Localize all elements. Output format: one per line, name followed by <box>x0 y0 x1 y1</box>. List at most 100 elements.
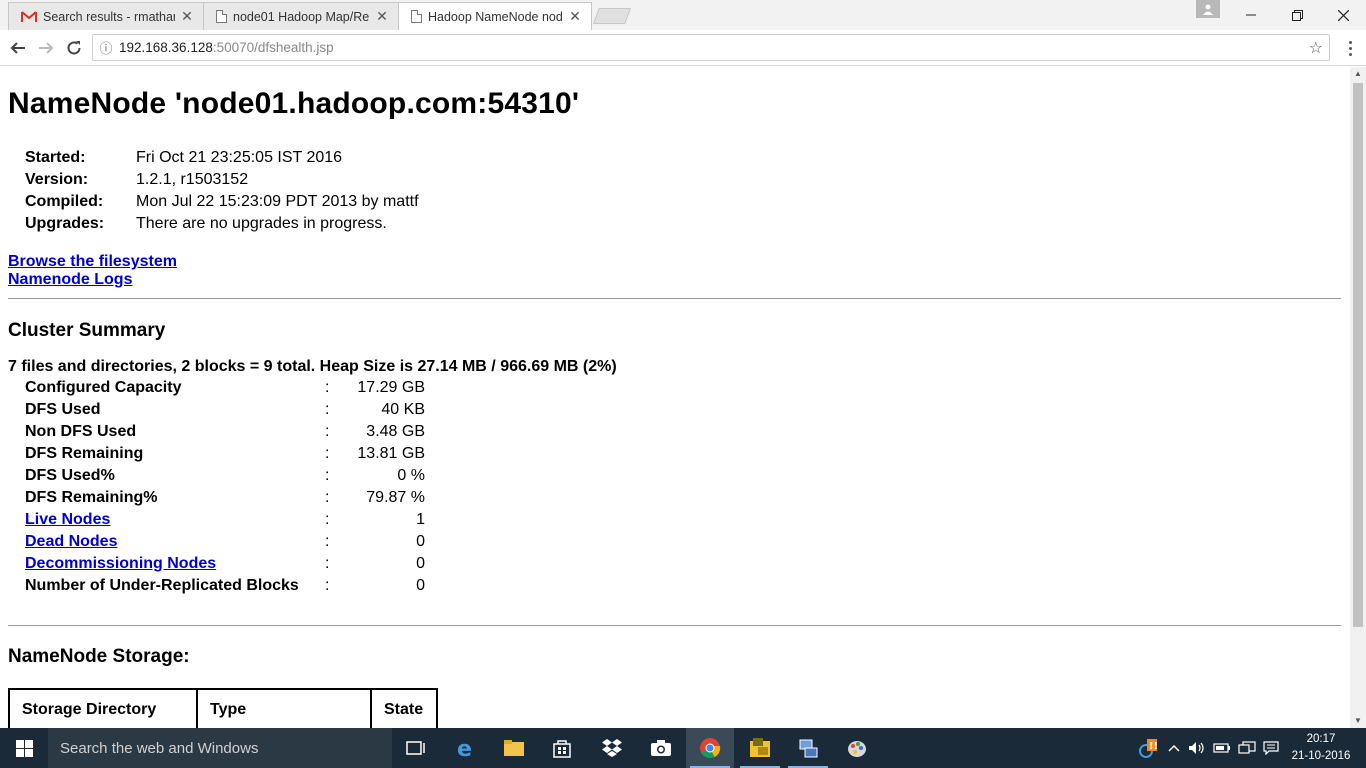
address-bar[interactable]: ⓘ 192.168.36.128:50070/dfshealth.jsp ☆ <box>92 34 1330 61</box>
row-label: DFS Remaining <box>25 445 144 462</box>
close-window-icon[interactable] <box>1320 0 1366 30</box>
row-colon: : <box>325 577 330 594</box>
namenode-logs-link[interactable]: Namenode Logs <box>8 271 177 289</box>
restore-icon[interactable] <box>1274 0 1320 30</box>
row-value: 17.29 GB <box>357 379 425 396</box>
new-tab-button[interactable] <box>593 8 631 24</box>
row-colon: : <box>325 445 330 462</box>
table-row: DFS Remaining : 13.81 GB <box>25 443 425 465</box>
tab-gmail[interactable]: Search results - rmathan ✕ <box>8 2 204 30</box>
paint-icon[interactable] <box>833 728 881 768</box>
row-label: Non DFS Used <box>25 423 137 440</box>
row-value: 40 KB <box>381 401 425 418</box>
vm-app-icon[interactable] <box>736 728 784 768</box>
file-explorer-icon[interactable] <box>490 728 538 768</box>
tab-namenode[interactable]: Hadoop NameNode nod ✕ <box>398 2 592 30</box>
page-icon <box>216 10 227 23</box>
tray-app-icon[interactable]: !! <box>1132 728 1162 768</box>
scrollbar-thumb[interactable] <box>1353 83 1363 627</box>
url-path: :50070/dfshealth.jsp <box>212 40 334 55</box>
row-value: 0 % <box>397 467 425 484</box>
edge-icon[interactable]: e <box>442 728 490 768</box>
row-colon: : <box>325 511 330 528</box>
info-row-compiled: Compiled: Mon Jul 22 15:23:09 PDT 2013 b… <box>25 191 419 213</box>
table-row: DFS Used% : 0 % <box>25 465 425 487</box>
info-value: 1.2.1, r1503152 <box>136 171 249 188</box>
info-key: Compiled: <box>25 193 104 210</box>
tab-title: node01 Hadoop Map/Re <box>233 9 370 24</box>
info-icon[interactable]: ⓘ <box>93 38 119 57</box>
notifications-icon[interactable] <box>1260 728 1282 768</box>
table-row: Non DFS Used : 3.48 GB <box>25 421 425 443</box>
window-controls <box>1228 0 1366 30</box>
row-colon: : <box>325 533 330 550</box>
live-nodes-link[interactable]: Live Nodes <box>25 511 110 528</box>
tab-hadoop-mapreduce[interactable]: node01 Hadoop Map/Re ✕ <box>203 2 399 30</box>
info-row-version: Version: 1.2.1, r1503152 <box>25 169 419 191</box>
table-row: DFS Used : 40 KB <box>25 399 425 421</box>
table-header-row: Storage Directory Type State <box>8 688 438 728</box>
show-hidden-icons-icon[interactable] <box>1164 728 1184 768</box>
clock-date: 21-10-2016 <box>1291 750 1351 762</box>
battery-icon[interactable] <box>1210 728 1234 768</box>
taskbar: Search the web and Windows e !! 20:17 21… <box>0 728 1366 768</box>
cluster-summary-table: Configured Capacity : 17.29 GB DFS Used … <box>25 377 425 597</box>
chrome-icon[interactable] <box>686 728 734 768</box>
url-host: 192.168.36.128 <box>119 40 213 55</box>
row-label: Dead Nodes <box>25 533 325 551</box>
column-header: State <box>370 688 438 728</box>
row-label: Number of Under-Replicated Blocks <box>25 577 299 594</box>
taskbar-clock[interactable]: 20:17 21-10-2016 <box>1290 731 1352 765</box>
row-value: 0 <box>416 577 425 594</box>
network-app-icon[interactable] <box>784 728 832 768</box>
profile-icon[interactable] <box>1196 0 1220 18</box>
reload-icon[interactable] <box>60 34 88 62</box>
table-row: Dead Nodes : 0 <box>25 531 425 553</box>
task-view-icon[interactable] <box>392 728 440 768</box>
store-icon[interactable] <box>538 728 586 768</box>
column-header: Storage Directory <box>8 688 198 728</box>
scroll-down-icon[interactable]: ▼ <box>1350 714 1366 728</box>
close-icon[interactable]: ✕ <box>567 8 583 25</box>
table-row: Live Nodes : 1 <box>25 509 425 531</box>
decommissioning-nodes-link[interactable]: Decommissioning Nodes <box>25 555 216 572</box>
row-colon: : <box>325 423 330 440</box>
bookmark-star-icon[interactable]: ☆ <box>1309 38 1323 58</box>
row-value: 0 <box>416 533 425 550</box>
row-value: 0 <box>416 555 425 572</box>
row-colon: : <box>325 467 330 484</box>
volume-icon[interactable] <box>1186 728 1208 768</box>
info-key: Started: <box>25 149 86 166</box>
storage-table: Storage Directory Type State <box>8 688 438 728</box>
svg-text:e: e <box>457 737 472 759</box>
menu-icon[interactable] <box>1340 34 1360 62</box>
info-row-upgrades: Upgrades: There are no upgrades in progr… <box>25 213 419 235</box>
row-value: 13.81 GB <box>357 445 425 462</box>
scroll-up-icon[interactable]: ▲ <box>1350 67 1366 81</box>
back-icon[interactable] <box>4 34 32 62</box>
start-button[interactable] <box>0 728 48 768</box>
cluster-summary-line: 7 files and directories, 2 blocks = 9 to… <box>8 358 617 375</box>
gmail-icon <box>21 10 37 23</box>
info-key: Version: <box>25 171 89 188</box>
tab-title: Search results - rmathan <box>43 9 175 24</box>
camera-icon[interactable] <box>637 728 685 768</box>
namenode-info: Started: Fri Oct 21 23:25:05 IST 2016 Ve… <box>25 147 419 235</box>
cluster-summary-heading: Cluster Summary <box>8 320 166 341</box>
clock-time: 20:17 <box>1306 733 1336 745</box>
close-icon[interactable]: ✕ <box>179 8 195 25</box>
network-icon[interactable] <box>1236 728 1258 768</box>
row-label: Live Nodes <box>25 511 325 529</box>
dead-nodes-link[interactable]: Dead Nodes <box>25 533 117 550</box>
minimize-icon[interactable] <box>1228 0 1274 30</box>
info-value: Mon Jul 22 15:23:09 PDT 2013 by mattf <box>136 193 419 210</box>
dropbox-icon[interactable] <box>588 728 636 768</box>
forward-icon[interactable] <box>32 34 60 62</box>
taskbar-search[interactable]: Search the web and Windows <box>48 728 392 768</box>
page-content: NameNode 'node01.hadoop.com:54310' Start… <box>0 67 1350 728</box>
row-label: DFS Remaining% <box>25 489 158 506</box>
info-key: Upgrades: <box>25 215 105 232</box>
browse-filesystem-link[interactable]: Browse the filesystem <box>8 253 177 271</box>
page-scrollbar[interactable]: ▲ ▼ <box>1350 67 1366 728</box>
close-icon[interactable]: ✕ <box>374 8 390 25</box>
